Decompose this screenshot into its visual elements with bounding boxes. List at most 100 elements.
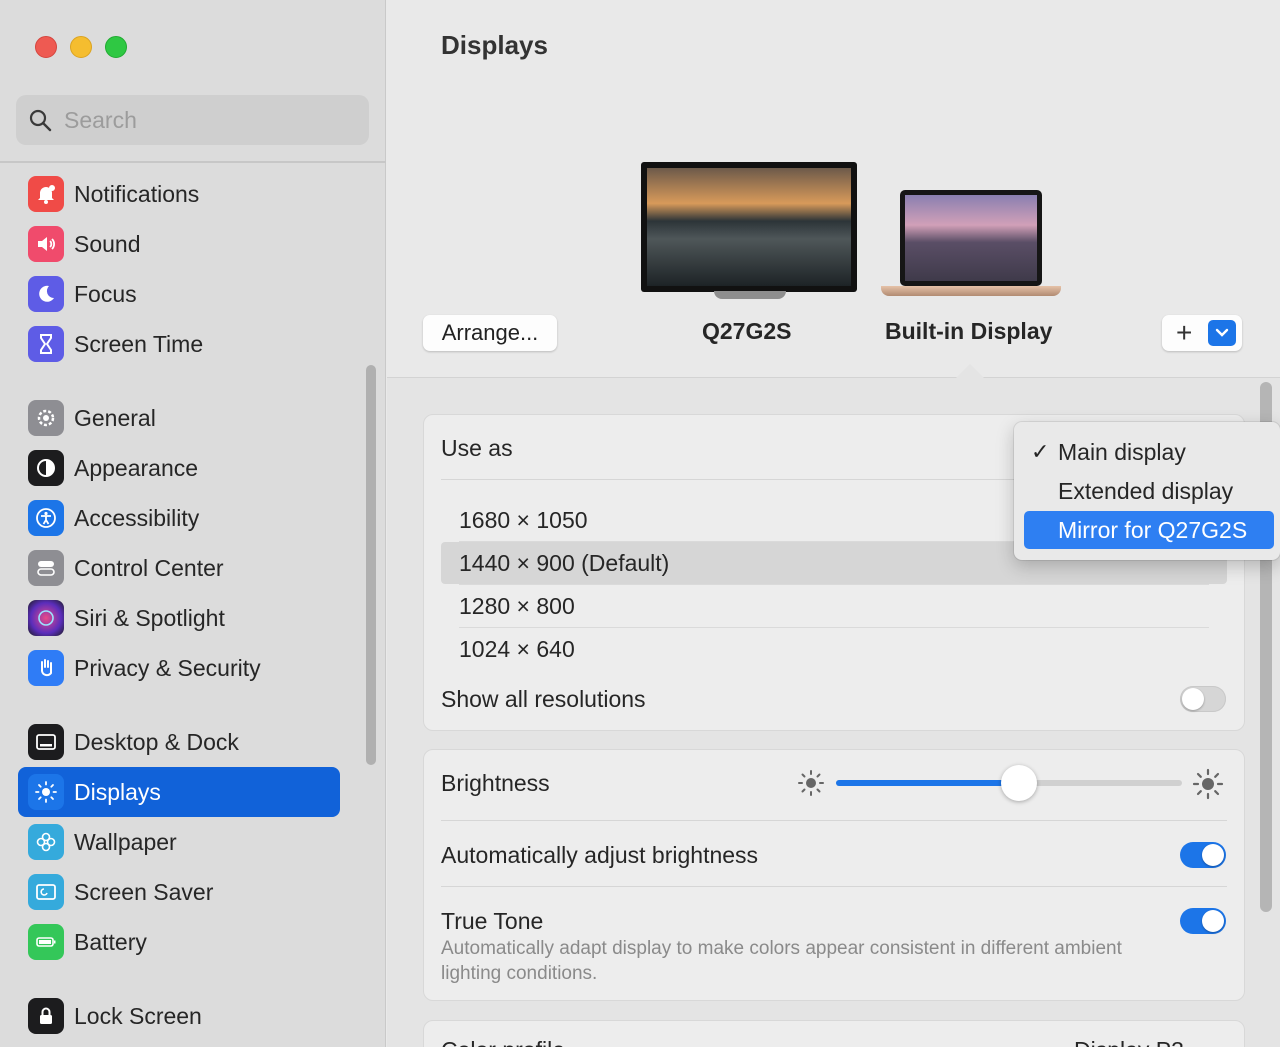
sidebar-item-accessibility[interactable]: Accessibility	[18, 493, 340, 543]
brightness-slider-fill	[836, 780, 1019, 786]
color-profile-card: Color profile Display P3	[423, 1020, 1245, 1047]
chevron-down-icon[interactable]	[1208, 320, 1236, 346]
gear-icon	[28, 400, 64, 436]
use-as-label: Use as	[441, 435, 513, 461]
siri-icon	[28, 600, 64, 636]
sidebar-item-label: Battery	[74, 928, 147, 955]
header-divider	[387, 377, 1280, 378]
sidebar-item-label: Wallpaper	[74, 828, 177, 855]
moon-icon	[28, 276, 64, 312]
display-thumbnail-q27g2s[interactable]	[641, 162, 857, 292]
resolution-option[interactable]: 1024 × 640	[441, 628, 1227, 670]
laptop-base	[881, 286, 1061, 296]
display-thumbnail-built-in[interactable]	[900, 190, 1042, 286]
lock-icon	[28, 998, 64, 1034]
sidebar-item-screen-time[interactable]: Screen Time	[18, 319, 340, 369]
bell-icon	[28, 176, 64, 212]
divider	[441, 820, 1227, 821]
close-button[interactable]	[35, 36, 57, 58]
hourglass-icon	[28, 326, 64, 362]
traffic-lights	[35, 36, 127, 58]
checkmark-icon: ✓	[1031, 439, 1050, 464]
sidebar-scrollbar[interactable]	[366, 365, 376, 765]
sidebar: Notifications Sound Focus Screen Time Ge…	[0, 0, 386, 1047]
screensaver-icon	[28, 874, 64, 910]
dock-icon	[28, 724, 64, 760]
hand-icon	[28, 650, 64, 686]
sidebar-item-label: Control Center	[74, 554, 224, 581]
selected-display-pointer	[956, 364, 984, 378]
sidebar-item-label: Sound	[74, 230, 141, 257]
sidebar-item-notifications[interactable]: Notifications	[18, 169, 340, 219]
menu-item-label: Extended display	[1058, 477, 1234, 504]
sidebar-list: Notifications Sound Focus Screen Time Ge…	[18, 169, 340, 1041]
brightness-slider-knob[interactable]	[1001, 765, 1037, 801]
sidebar-item-label: Focus	[74, 280, 137, 307]
show-all-resolutions-toggle[interactable]	[1180, 686, 1226, 712]
true-tone-description: Automatically adapt display to make colo…	[441, 938, 1122, 984]
toggles-icon	[28, 550, 64, 586]
sidebar-item-label: Notifications	[74, 180, 200, 207]
sidebar-item-appearance[interactable]: Appearance	[18, 443, 340, 493]
sidebar-item-battery[interactable]: Battery	[18, 917, 340, 967]
appearance-icon	[28, 450, 64, 486]
brightness-slider[interactable]	[836, 765, 1182, 801]
use-as-popup-menu: ✓ Main display Extended display Mirror f…	[1014, 422, 1280, 560]
arrange-button[interactable]: Arrange...	[423, 315, 557, 351]
accessibility-icon	[28, 500, 64, 536]
sun-icon	[28, 774, 64, 810]
sidebar-divider	[0, 161, 386, 163]
sidebar-item-label: Displays	[74, 778, 161, 805]
sidebar-item-focus[interactable]: Focus	[18, 269, 340, 319]
sidebar-item-siri-spotlight[interactable]: Siri & Spotlight	[18, 593, 340, 643]
true-tone-toggle[interactable]	[1180, 908, 1226, 934]
sidebar-item-wallpaper[interactable]: Wallpaper	[18, 817, 340, 867]
sidebar-item-privacy-security[interactable]: Privacy & Security	[18, 643, 340, 693]
resolution-option[interactable]: 1280 × 800	[441, 585, 1227, 627]
sidebar-item-label: General	[74, 404, 156, 431]
auto-brightness-label: Automatically adjust brightness	[441, 842, 759, 868]
sidebar-item-screen-saver[interactable]: Screen Saver	[18, 867, 340, 917]
add-display-button[interactable]: +	[1162, 315, 1242, 351]
brightness-card: Brightness Automatically adjust brightne…	[423, 749, 1245, 1001]
color-profile-select[interactable]: Display P3	[1074, 1037, 1184, 1047]
sidebar-item-label: Appearance	[74, 454, 199, 481]
sidebar-item-label: Privacy & Security	[74, 654, 261, 681]
monitor-stand	[714, 291, 786, 299]
flower-icon	[28, 824, 64, 860]
display-label-q27g2s[interactable]: Q27G2S	[702, 318, 792, 345]
sidebar-item-label: Siri & Spotlight	[74, 604, 225, 631]
menu-item-extended-display[interactable]: Extended display	[1024, 472, 1274, 510]
menu-item-label: Mirror for Q27G2S	[1058, 516, 1248, 543]
sidebar-item-lock-screen[interactable]: Lock Screen	[18, 991, 340, 1041]
battery-icon	[28, 924, 64, 960]
sidebar-item-sound[interactable]: Sound	[18, 219, 340, 269]
sidebar-item-label: Lock Screen	[74, 1002, 202, 1029]
brightness-high-icon	[1192, 768, 1224, 800]
search-icon	[29, 109, 52, 132]
true-tone-label: True Tone	[441, 908, 544, 934]
minimize-button[interactable]	[70, 36, 92, 58]
divider	[441, 886, 1227, 887]
sidebar-item-label: Screen Saver	[74, 878, 214, 905]
display-label-built-in[interactable]: Built-in Display	[885, 318, 1052, 345]
menu-item-main-display[interactable]: ✓ Main display	[1024, 433, 1274, 471]
sidebar-item-desktop-dock[interactable]: Desktop & Dock	[18, 717, 340, 767]
sidebar-item-label: Desktop & Dock	[74, 728, 239, 755]
auto-brightness-toggle[interactable]	[1180, 842, 1226, 868]
sidebar-item-control-center[interactable]: Control Center	[18, 543, 340, 593]
menu-item-label: Main display	[1058, 438, 1186, 465]
sidebar-item-label: Accessibility	[74, 504, 200, 531]
search-input[interactable]	[64, 106, 344, 134]
show-all-resolutions-label: Show all resolutions	[441, 686, 646, 712]
sidebar-item-displays[interactable]: Displays	[18, 767, 340, 817]
brightness-label: Brightness	[441, 770, 550, 796]
color-profile-label: Color profile	[441, 1037, 565, 1047]
brightness-low-icon	[798, 770, 824, 796]
zoom-button[interactable]	[105, 36, 127, 58]
plus-icon: +	[1176, 317, 1193, 348]
menu-item-mirror[interactable]: Mirror for Q27G2S	[1024, 511, 1274, 549]
speaker-icon	[28, 226, 64, 262]
sidebar-item-general[interactable]: General	[18, 393, 340, 443]
search-field[interactable]	[16, 95, 369, 145]
